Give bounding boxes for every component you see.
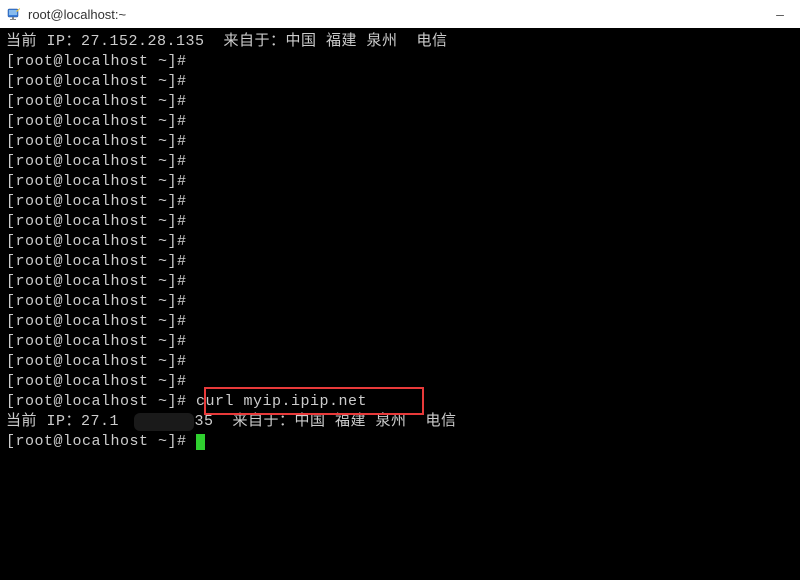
ip-info-pre: 当前 IP：27.1 [6,413,119,430]
command-text: curl myip.ipip.net [196,393,367,410]
empty-prompt-line: [root@localhost ~]# [6,252,794,272]
command-line: [root@localhost ~]# curl myip.ipip.net [6,392,794,412]
empty-prompt-line: [root@localhost ~]# [6,92,794,112]
redaction-smudge [134,413,194,431]
empty-prompt-line: [root@localhost ~]# [6,72,794,92]
ip-info-line-2: 当前 IP：27.1 135 来自于：中国 福建 泉州 电信 [6,412,794,432]
empty-prompt-line: [root@localhost ~]# [6,132,794,152]
empty-prompt-line: [root@localhost ~]# [6,112,794,132]
empty-prompt-line: [root@localhost ~]# [6,152,794,172]
ip-info-line: 当前 IP：27.152.28.135 来自于：中国 福建 泉州 电信 [6,32,794,52]
terminal-body[interactable]: 当前 IP：27.152.28.135 来自于：中国 福建 泉州 电信 [roo… [0,28,800,580]
empty-prompt-line: [root@localhost ~]# [6,232,794,252]
empty-prompt-line: [root@localhost ~]# [6,172,794,192]
empty-prompt-line: [root@localhost ~]# [6,272,794,292]
empty-prompt-line: [root@localhost ~]# [6,192,794,212]
empty-prompt-line: [root@localhost ~]# [6,352,794,372]
empty-prompt-line: [root@localhost ~]# [6,312,794,332]
minimize-button[interactable]: – [772,6,788,22]
ip-info-post: 135 来自于：中国 福建 泉州 电信 [185,413,457,430]
current-prompt-line: [root@localhost ~]# [6,432,794,452]
window-titlebar[interactable]: root@localhost:~ – [0,0,800,28]
window-controls: – [772,6,794,22]
cursor [196,434,205,450]
empty-prompt-line: [root@localhost ~]# [6,332,794,352]
window-title: root@localhost:~ [28,7,772,22]
empty-prompt-line: [root@localhost ~]# [6,52,794,72]
empty-prompt-line: [root@localhost ~]# [6,372,794,392]
empty-prompt-line: [root@localhost ~]# [6,292,794,312]
prompt-text: [root@localhost ~]# [6,433,196,450]
terminal-window: root@localhost:~ – 当前 IP：27.152.28.135 来… [0,0,800,580]
empty-prompt-line: [root@localhost ~]# [6,212,794,232]
putty-icon [6,6,22,22]
prompt-lines: [root@localhost ~]#[root@localhost ~]#[r… [6,52,794,392]
prompt-text: [root@localhost ~]# [6,393,196,410]
